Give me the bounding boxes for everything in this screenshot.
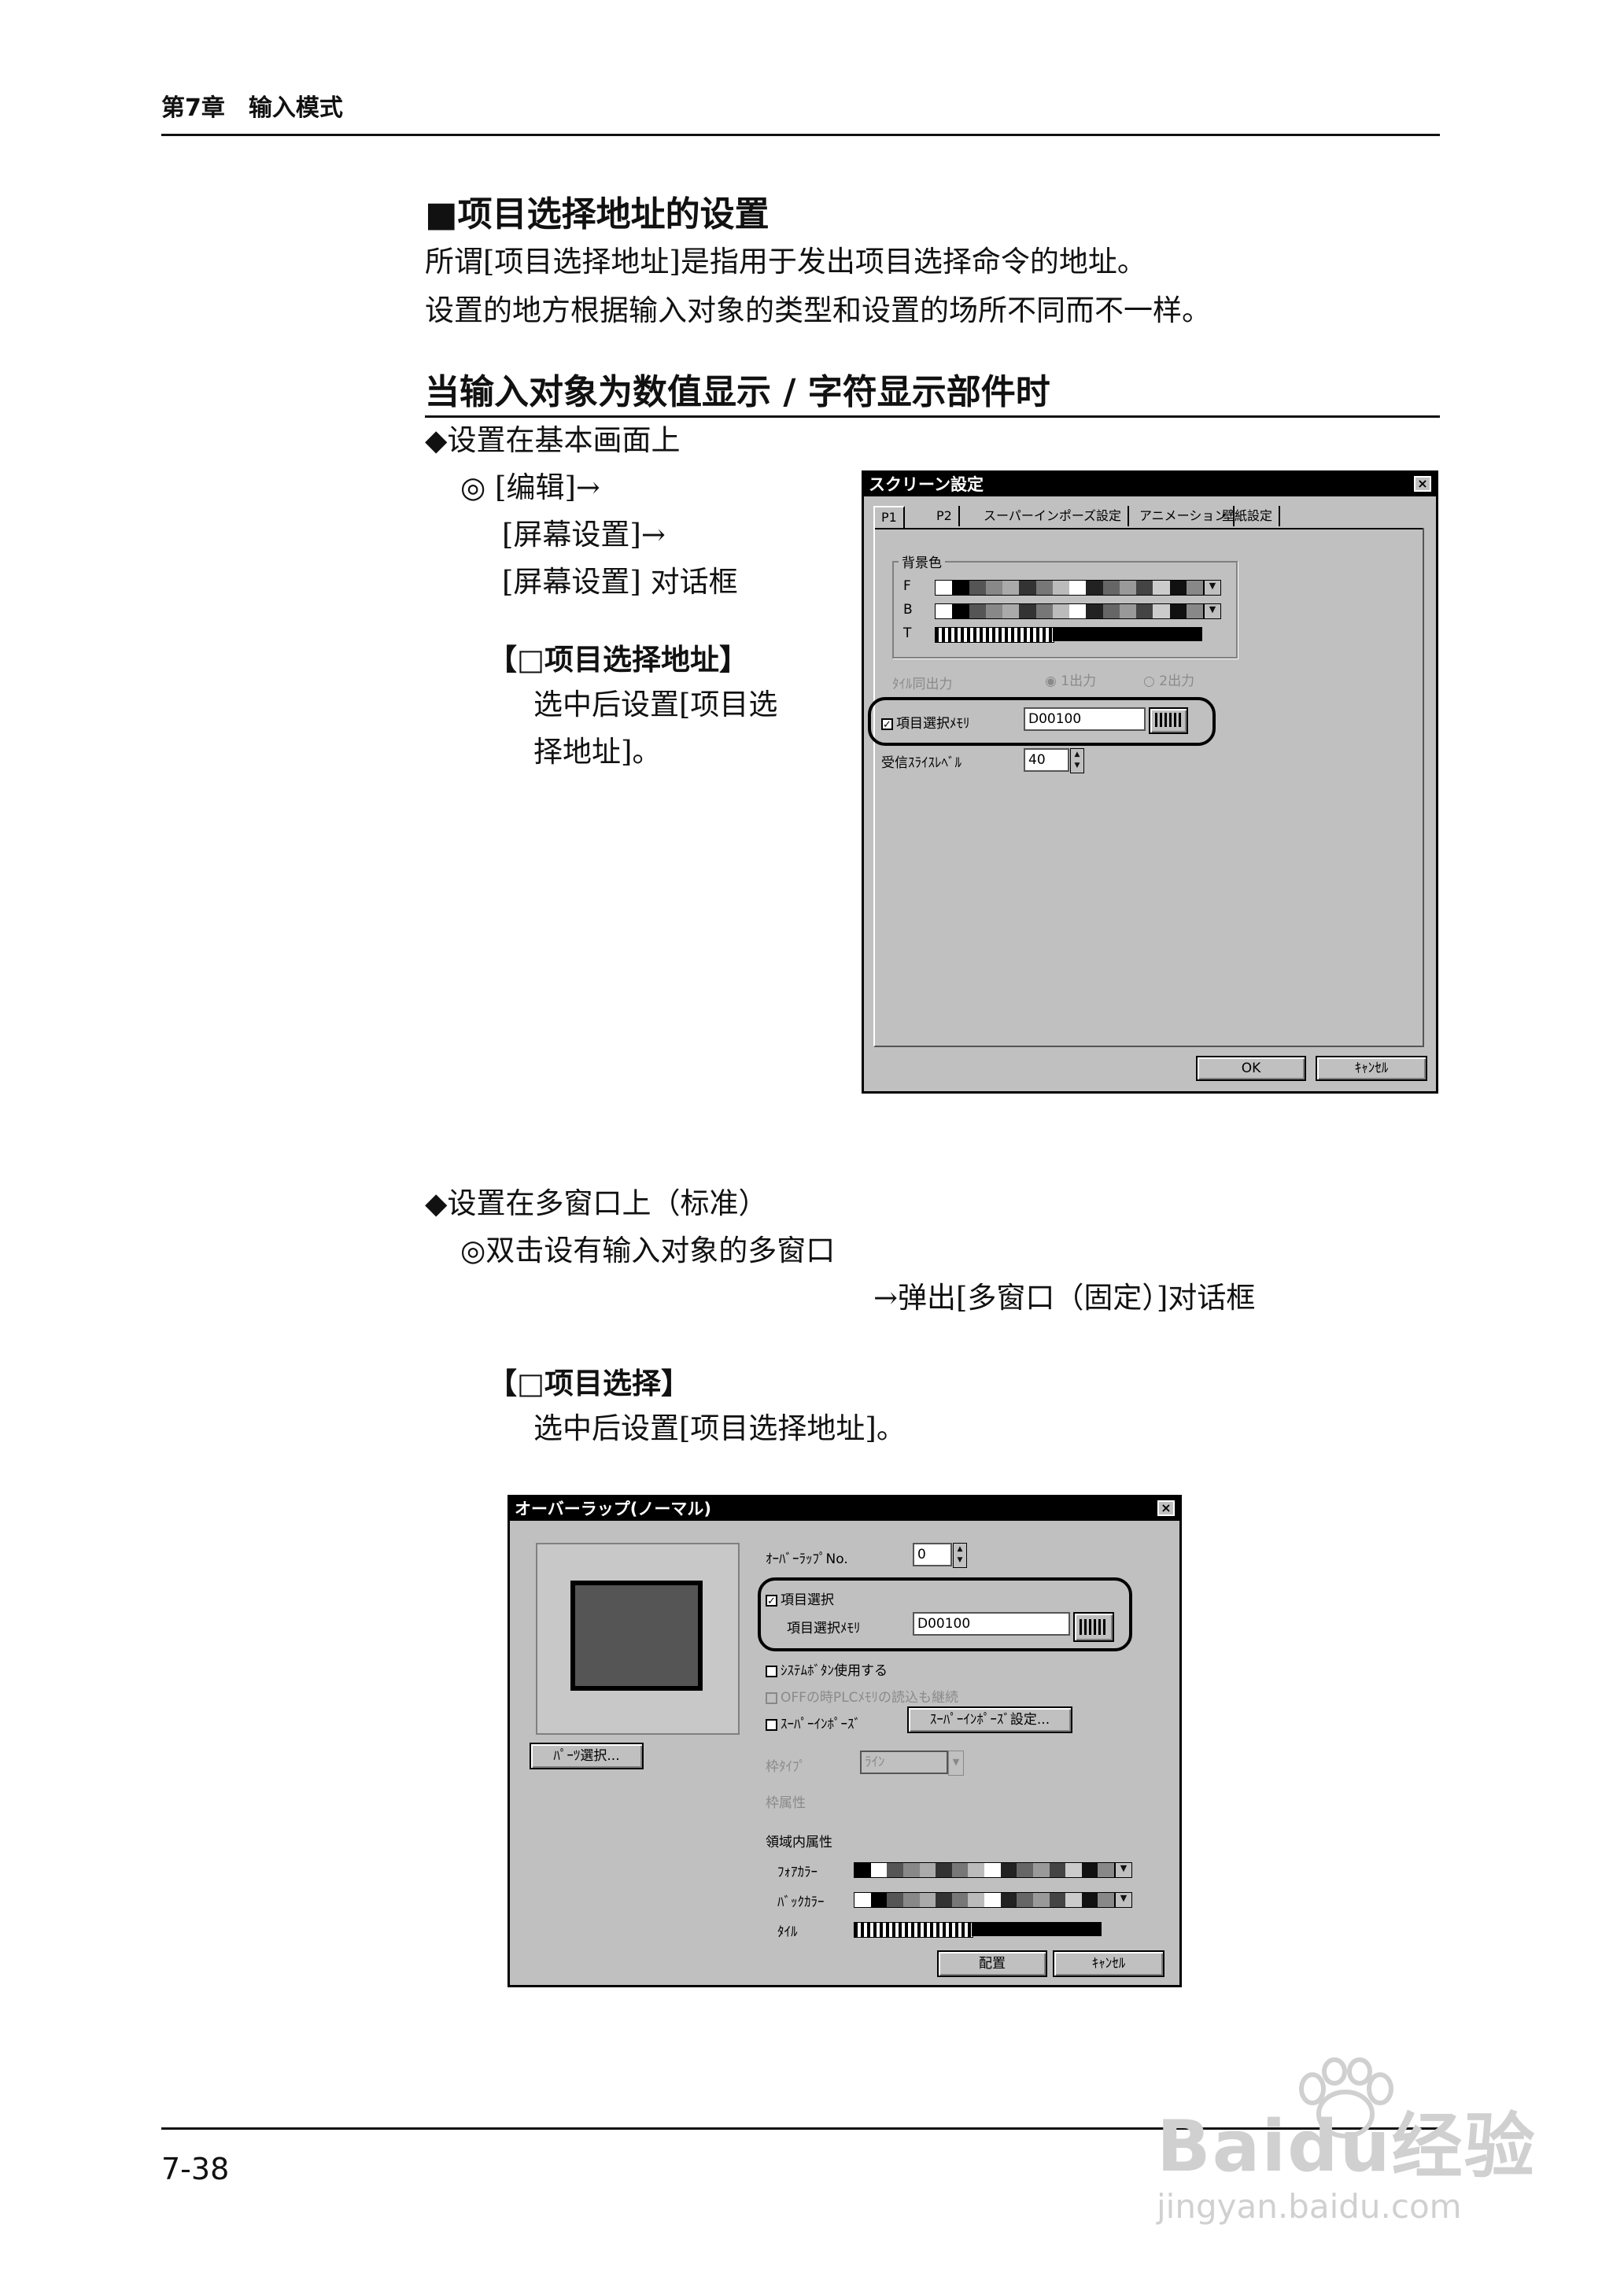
page-number: 7-38 xyxy=(161,2152,230,2186)
case1-desc-1: 选中后设置[项目选 xyxy=(533,688,778,721)
case2-path-1: ◎双击设有输入对象的多窗口 xyxy=(460,1234,836,1267)
header-rule xyxy=(161,134,1440,136)
row-f-label: F xyxy=(903,578,911,594)
dialog1-titlebar: スクリーン設定 × xyxy=(864,473,1436,496)
cancel-button[interactable]: ｷｬﾝｾﾙ xyxy=(1316,1056,1427,1081)
case1-path-1: ◎ [编辑]→ xyxy=(460,470,600,504)
tile-label: ﾀｲﾙ xyxy=(777,1924,798,1940)
case2-path-2: →弹出[多窗口（固定）]对话框 xyxy=(873,1281,1256,1315)
tile-pattern-swatch[interactable] xyxy=(854,1922,973,1938)
case1-option-title: 【□项目选择地址】 xyxy=(488,642,748,677)
checkbox-disabled-icon xyxy=(766,1692,777,1704)
back-color-dropdown-icon[interactable]: ▼ xyxy=(1204,603,1221,619)
case2-desc: 选中后设置[项目选择地址]。 xyxy=(533,1411,906,1445)
parts-select-button[interactable]: ﾊﾟｰﾂ選択... xyxy=(530,1743,644,1769)
radio-2-output[interactable]: ○ 2出力 xyxy=(1143,670,1194,689)
keypad-icon[interactable] xyxy=(1149,707,1188,734)
ok-button[interactable]: OK xyxy=(1196,1056,1306,1081)
superimpose-label: ｽｰﾊﾟｰｲﾝﾎﾟｰｽﾞ xyxy=(781,1717,861,1732)
tab-p1[interactable]: P1 xyxy=(873,506,905,528)
superimpose-checkbox[interactable]: ｽｰﾊﾟｰｲﾝﾎﾟｰｽﾞ xyxy=(766,1713,861,1732)
off-read-checkbox: OFFの時PLCﾒﾓﾘの読込も継続 xyxy=(766,1686,958,1706)
watermark-url: jingyan.baidu.com xyxy=(1157,2187,1462,2226)
radio-2-label: 2出力 xyxy=(1159,673,1195,689)
item-select-memory-checkbox[interactable]: ✓ 項目選択ﾒﾓﾘ xyxy=(881,712,970,732)
frame-type-label: 枠ﾀｲﾌﾟ xyxy=(766,1759,806,1775)
close-icon[interactable]: × xyxy=(1414,476,1431,492)
tab-wallpaper[interactable]: 壁紙設定 xyxy=(1216,506,1281,526)
fore-color-palette[interactable] xyxy=(854,1862,1115,1878)
case1-path-3: [屏幕设置] 对话框 xyxy=(502,565,738,599)
off-read-label: OFFの時PLCﾒﾓﾘの読込も継続 xyxy=(781,1690,959,1706)
close-icon[interactable]: × xyxy=(1157,1500,1175,1516)
overlap-dialog: オーバーラップ(ノーマル) × ﾊﾟｰﾂ選択... ｵｰﾊﾞｰﾗｯﾌﾟNo. 0… xyxy=(507,1495,1182,1987)
tile-pattern-fill xyxy=(972,1922,1102,1936)
item-select-address-field[interactable]: D00100 xyxy=(913,1612,1070,1636)
chapter-header: 第7章 输入模式 xyxy=(161,94,343,122)
area-attr-label: 領域内属性 xyxy=(766,1835,832,1850)
dialog1-title: スクリーン設定 xyxy=(869,475,984,494)
chevron-down-icon[interactable]: ▼ xyxy=(948,1751,964,1776)
frame-attr-label: 枠属性 xyxy=(766,1795,806,1811)
fore-color-palette[interactable] xyxy=(935,580,1204,596)
back-color-label: ﾊﾞｯｸｶﾗｰ xyxy=(777,1894,825,1910)
dialog2-titlebar: オーバーラップ(ノーマル) × xyxy=(510,1497,1179,1521)
system-button-checkbox[interactable]: ｼｽﾃﾑﾎﾞﾀﾝ使用する xyxy=(766,1659,888,1679)
overlap-no-field[interactable]: 0 xyxy=(913,1543,952,1566)
frame-type-select[interactable]: ﾗｲﾝ xyxy=(860,1751,948,1774)
case1-desc-2: 择地址]。 xyxy=(533,735,662,769)
tile-pattern-swatch[interactable] xyxy=(935,627,1054,643)
fore-color-label: ﾌｫｱｶﾗｰ xyxy=(777,1865,818,1880)
fore-color-dropdown-icon[interactable]: ▼ xyxy=(1115,1862,1132,1878)
checkbox-checked-icon: ✓ xyxy=(766,1594,777,1607)
spin-arrows-icon[interactable]: ▲ ▼ xyxy=(1070,748,1084,773)
radio-1-output[interactable]: ◉ 1出力 xyxy=(1045,670,1096,689)
watermark-logo-text: Baidu经验 xyxy=(1157,2105,1537,2188)
checkbox-checked-icon: ✓ xyxy=(881,718,893,730)
cancel-button[interactable]: ｷｬﾝｾﾙ xyxy=(1053,1950,1164,1977)
fore-color-dropdown-icon[interactable]: ▼ xyxy=(1204,580,1221,596)
back-color-dropdown-icon[interactable]: ▼ xyxy=(1115,1892,1132,1908)
superimpose-settings-button[interactable]: ｽｰﾊﾟｰｲﾝﾎﾟｰｽﾞ設定... xyxy=(907,1706,1072,1733)
receive-slice-label: 受信ｽﾗｲｽﾚﾍﾞﾙ xyxy=(881,755,961,771)
case2-bullet: ◆设置在多窗口上（标准） xyxy=(425,1186,768,1220)
item-select-memory-label: 項目選択ﾒﾓﾘ xyxy=(896,716,970,732)
item-select-memory-label: 項目選択ﾒﾓﾘ xyxy=(787,1621,861,1636)
item-select-label: 項目選択 xyxy=(781,1592,834,1608)
checkbox-icon xyxy=(766,1665,777,1677)
subsection-title: 当输入对象为数值显示 / 字符显示部件时 xyxy=(425,372,1050,412)
intro-line-1: 所谓[项目选择地址]是指用于发出项目选择命令的地址。 xyxy=(425,245,1146,279)
tab-p2[interactable]: P2 xyxy=(930,506,960,526)
background-color-label: 背景色 xyxy=(899,552,945,571)
tile-pattern-fill xyxy=(1053,627,1202,641)
preview-window-image xyxy=(570,1581,703,1691)
spin-arrows-icon[interactable]: ▲ ▼ xyxy=(953,1543,967,1568)
overlap-no-label: ｵｰﾊﾞｰﾗｯﾌﾟNo. xyxy=(766,1551,848,1567)
case2-option-title: 【□项目选择】 xyxy=(488,1366,690,1400)
preview-pane xyxy=(536,1543,740,1735)
intro-line-2: 设置的地方根据输入对象的类型和设置的场所不同而不一样。 xyxy=(425,293,1211,327)
back-color-palette[interactable] xyxy=(935,603,1204,619)
system-button-label: ｼｽﾃﾑﾎﾞﾀﾝ使用する xyxy=(781,1663,888,1679)
checkbox-icon xyxy=(766,1718,777,1731)
dialog2-title: オーバーラップ(ノーマル) xyxy=(515,1500,711,1518)
case1-path-2: [屏幕设置]→ xyxy=(502,518,666,552)
tile-output-label: ﾀｲﾙ同出力 xyxy=(892,677,953,692)
case1-bullet: ◆设置在基本画面上 xyxy=(425,423,681,457)
screen-settings-dialog: スクリーン設定 × P1 P2 スーパーインポーズ設定 アニメーション 壁紙設定… xyxy=(862,470,1438,1094)
back-color-palette[interactable] xyxy=(854,1892,1115,1908)
radio-1-label: 1出力 xyxy=(1061,673,1097,689)
row-b-label: B xyxy=(903,602,913,618)
place-button[interactable]: 配置 xyxy=(937,1950,1047,1977)
keypad-icon[interactable] xyxy=(1073,1612,1114,1642)
item-select-checkbox[interactable]: ✓ 項目選択 xyxy=(766,1588,834,1608)
receive-slice-field[interactable]: 40 xyxy=(1024,748,1069,772)
row-t-label: T xyxy=(903,625,912,641)
dialog1-tabstrip: P1 P2 スーパーインポーズ設定 アニメーション 壁紙設定 xyxy=(873,506,1424,529)
tab-superimpose[interactable]: スーパーインポーズ設定 xyxy=(977,506,1130,526)
section-title: ■项目选择地址的设置 xyxy=(425,194,770,234)
item-select-address-field[interactable]: D00100 xyxy=(1024,707,1146,731)
